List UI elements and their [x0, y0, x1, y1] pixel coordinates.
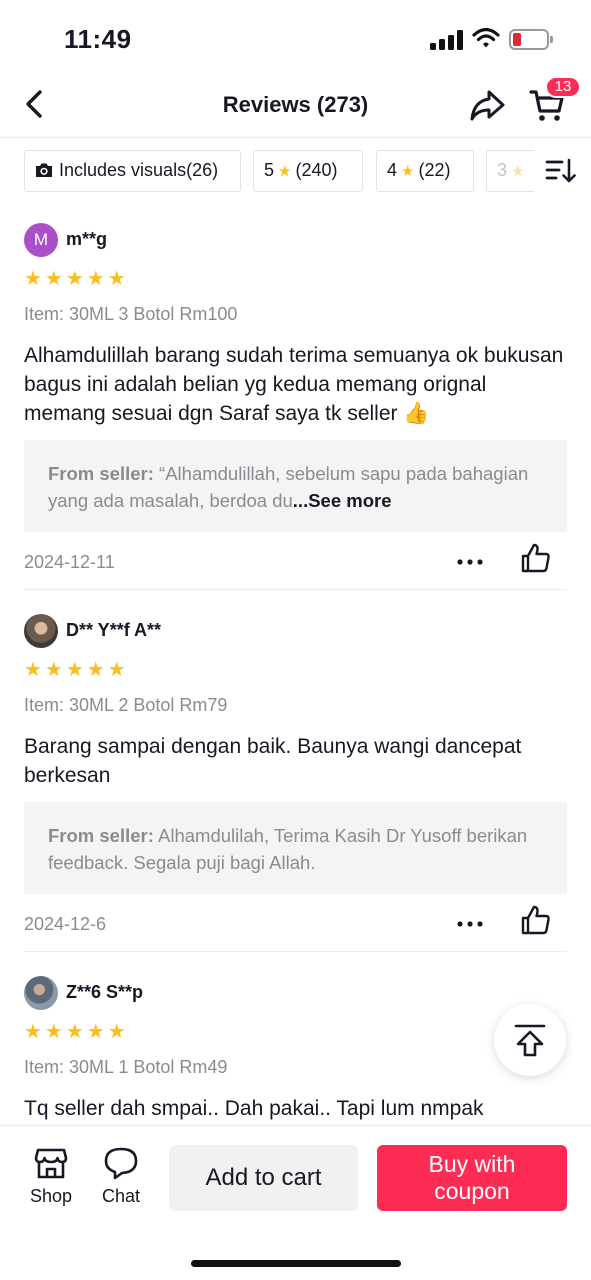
thumbs-up-icon[interactable] [520, 542, 552, 574]
seller-reply-label: From seller: [48, 463, 154, 484]
filter-3-star[interactable]: 3 ★ [486, 150, 534, 192]
see-more-link[interactable]: ...See more [293, 490, 392, 511]
divider [24, 589, 567, 590]
filter-count: (240) [295, 160, 338, 180]
chat-tab[interactable]: Chat [91, 1146, 151, 1207]
star-rating: ★★★★★ [24, 268, 129, 290]
purchased-item: Item: 30ML 3 Botol Rm100 [24, 304, 238, 324]
review-text: Alhamdulillah barang sudah terima semuan… [24, 344, 564, 425]
thumbs-up-icon[interactable] [520, 904, 552, 936]
cellular-signal-icon [430, 30, 464, 50]
divider [24, 951, 567, 952]
star-rating: ★★★★★ [24, 1021, 129, 1043]
more-options-icon[interactable] [456, 912, 484, 936]
filter-count: (22) [418, 160, 451, 180]
reviewer-name: D** Y**f A** [66, 620, 162, 640]
shop-label: Shop [29, 1186, 73, 1206]
star-icon: ★ [401, 163, 415, 180]
buy-with-coupon-button[interactable]: Buy with coupon [377, 1145, 567, 1211]
buy-button-line1: Buy with [428, 1151, 516, 1177]
sort-icon[interactable] [544, 156, 576, 186]
star-rating: ★★★★★ [24, 659, 129, 681]
star-icon: ★ [278, 163, 292, 180]
review-date: 2024-12-11 [24, 552, 115, 572]
filter-5-star[interactable]: 5 ★ (240) [253, 150, 363, 192]
filter-bar: Includes visuals(26) 5 ★ (240) 4 ★ (22) 3 ★ [24, 150, 534, 192]
filter-label: 4 [387, 160, 398, 180]
review-text: Barang sampai dengan baik. Baunya wangi … [24, 735, 522, 787]
review-text: Tq seller dah smpai.. Dah pakai.. Tapi l… [24, 1097, 484, 1120]
review-card: Z**6 S**p ★★★★★ Item: 30ML 1 Botol Rm49 … [24, 976, 567, 1125]
back-to-top-icon [514, 1024, 546, 1057]
reviewer: Z**6 S**p [24, 976, 567, 1010]
battery-icon [509, 29, 553, 50]
home-indicator [191, 1260, 401, 1267]
bottom-action-bar: Shop Chat Add to cart Buy with coupon [0, 1125, 591, 1280]
status-bar: 11:49 [0, 0, 591, 72]
status-time: 11:49 [64, 24, 132, 54]
filter-label: 3 [497, 160, 508, 180]
chat-label: Chat [101, 1186, 141, 1206]
chat-icon [104, 1147, 138, 1180]
star-icon: ★ [511, 163, 525, 180]
cart-count-badge: 13 [545, 76, 581, 98]
filter-includes-visuals[interactable]: Includes visuals(26) [24, 150, 241, 192]
add-to-cart-button[interactable]: Add to cart [169, 1145, 358, 1211]
review-card: M m**g ★★★★★ Item: 30ML 3 Botol Rm100 Al… [24, 223, 567, 582]
reviewer-name: Z**6 S**p [66, 982, 144, 1002]
shop-icon [34, 1148, 68, 1179]
reviewer: M m**g [24, 223, 567, 257]
filter-4-star[interactable]: 4 ★ (22) [376, 150, 474, 192]
seller-reply[interactable]: From seller: “Alhamdulillah, sebelum sap… [24, 440, 567, 532]
seller-reply[interactable]: From seller: Alhamdulilah, Terima Kasih … [24, 802, 567, 894]
filter-label: 5 [264, 160, 275, 180]
purchased-item: Item: 30ML 1 Botol Rm49 [24, 1057, 228, 1077]
reviewer-name: m**g [66, 229, 108, 249]
back-to-top-button[interactable] [494, 1004, 566, 1076]
purchased-item: Item: 30ML 2 Botol Rm79 [24, 695, 228, 715]
share-icon[interactable] [468, 86, 506, 124]
filter-label: Includes visuals [59, 160, 187, 180]
header: Reviews (273) [0, 72, 591, 138]
camera-icon [36, 163, 52, 177]
avatar[interactable]: M [24, 223, 58, 257]
review-meta: 2024-12-6 [24, 904, 567, 944]
filter-count: (26) [186, 160, 219, 180]
review-card: D** Y**f A** ★★★★★ Item: 30ML 2 Botol Rm… [24, 614, 567, 944]
seller-reply-label: From seller: [48, 825, 154, 846]
wifi-icon [472, 27, 500, 48]
shop-tab[interactable]: Shop [21, 1146, 81, 1207]
review-meta: 2024-12-11 [24, 542, 567, 582]
buy-button-line2: coupon [434, 1178, 510, 1204]
review-date: 2024-12-6 [24, 914, 107, 934]
avatar[interactable] [24, 614, 58, 648]
more-options-icon[interactable] [456, 550, 484, 574]
reviewer: D** Y**f A** [24, 614, 567, 648]
avatar[interactable] [24, 976, 58, 1010]
